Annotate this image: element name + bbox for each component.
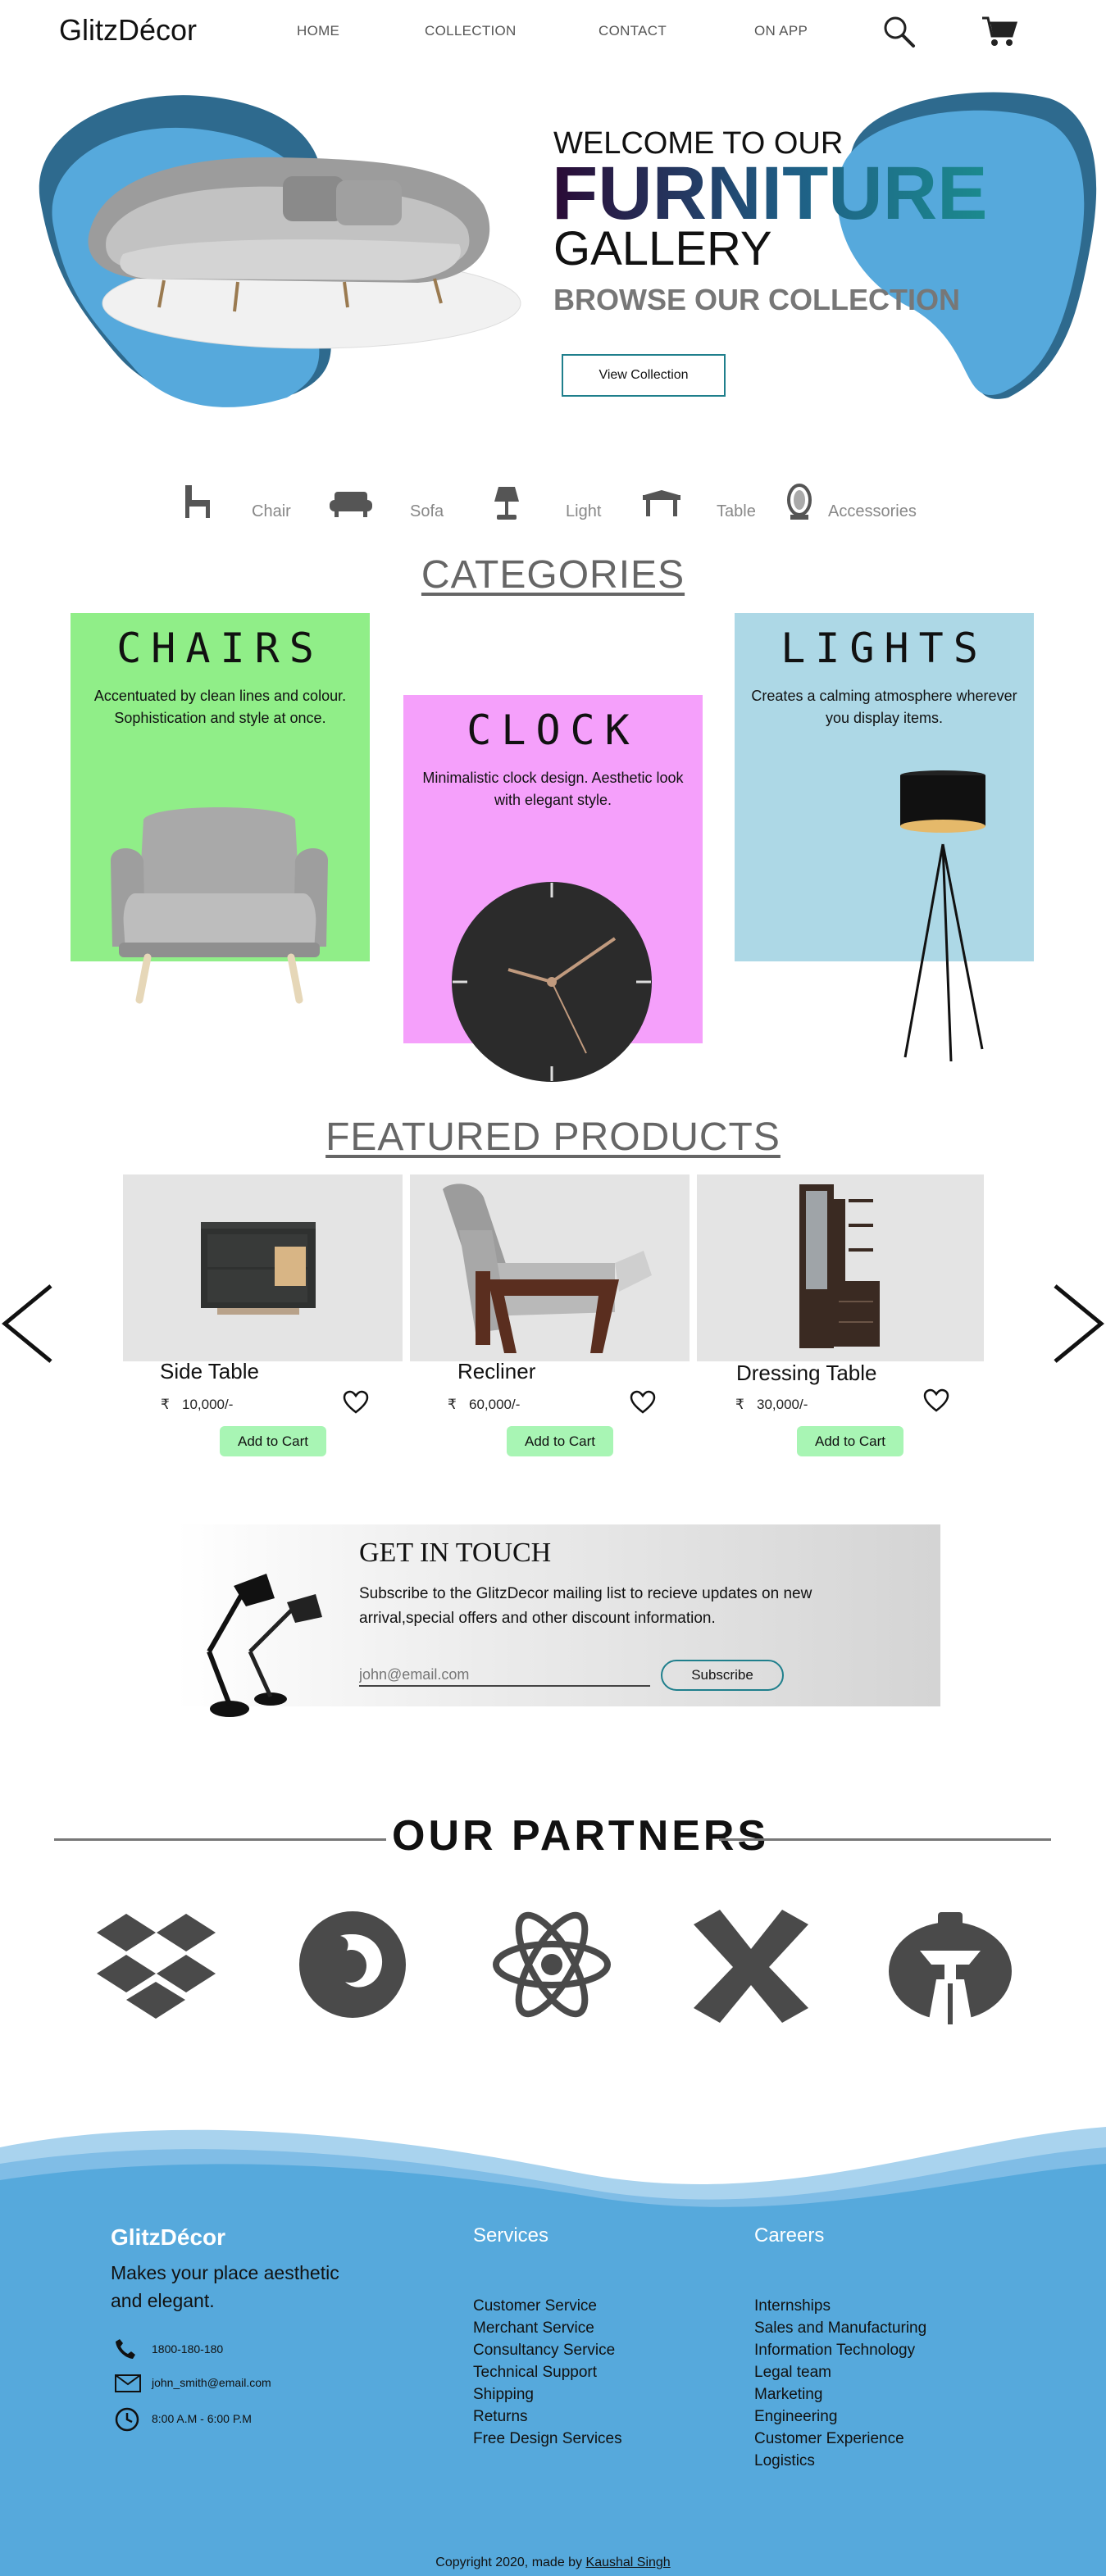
footer-tagline: Makes your place aesthetic and elegant. [111, 2262, 339, 2311]
sofa-icon[interactable] [330, 490, 372, 518]
categories-heading: CATEGORIES [421, 553, 685, 597]
category-light-label[interactable]: Light [566, 502, 601, 521]
hero-right-blob [837, 92, 1097, 399]
careers-title: Careers [754, 2224, 825, 2247]
copyright-text: Copyright 2020, made by [435, 2556, 583, 2569]
services-link[interactable]: Consultancy Service [473, 2339, 622, 2361]
wall-clock-image [452, 882, 652, 1082]
view-collection-button[interactable]: View Collection [562, 354, 726, 397]
partners-right-rule [719, 1838, 1051, 1841]
nav-collection[interactable]: COLLECTION [425, 23, 517, 39]
xing-icon[interactable] [694, 1910, 808, 2023]
chair-icon[interactable] [182, 484, 215, 520]
category-card-text: Accentuated by clean lines and colour. S… [93, 688, 347, 726]
subscribe-button[interactable]: Subscribe [661, 1660, 784, 1691]
category-card-text: Minimalistic clock design. Aesthetic loo… [422, 770, 684, 808]
product-name[interactable]: Recliner [457, 1359, 535, 1384]
careers-link[interactable]: Legal team [754, 2361, 926, 2383]
hero-browse: BROWSE OUR COLLECTION [553, 283, 960, 316]
desk-lamp-image [207, 1574, 322, 1717]
footer-brand[interactable]: GlitzDécor [111, 2224, 225, 2251]
react-icon[interactable] [492, 1910, 612, 2019]
careers-link[interactable]: Information Technology [754, 2339, 926, 2361]
services-link[interactable]: Customer Service [473, 2295, 622, 2317]
product-name[interactable]: Side Table [160, 1359, 259, 1384]
nav-on-app[interactable]: ON APP [754, 23, 808, 39]
partners-heading: OUR PARTNERS [392, 1812, 770, 1860]
hero-gallery: GALLERY [553, 222, 772, 275]
product-card-side-table[interactable] [123, 1174, 403, 1361]
services-link[interactable]: Free Design Services [473, 2428, 622, 2450]
dropbox-icon[interactable] [97, 1910, 216, 2020]
search-icon[interactable] [881, 14, 916, 48]
product-card-dressing-table[interactable] [697, 1174, 984, 1361]
lamp-icon[interactable] [492, 485, 521, 521]
mirror-icon[interactable] [785, 484, 813, 521]
category-sofa-label[interactable]: Sofa [410, 502, 444, 521]
newsletter-text: Subscribe to the GlitzDecor mailing list… [359, 1585, 812, 1627]
floor-lamp-image [900, 770, 985, 1061]
careers-link[interactable]: Marketing [754, 2383, 926, 2406]
wishlist-heart-icon[interactable] [630, 1390, 656, 1415]
category-card-text: Creates a calming atmosphere wherever yo… [751, 688, 1017, 726]
recliner-image [443, 1184, 652, 1353]
phone-icon [116, 2339, 135, 2359]
category-chair-label[interactable]: Chair [252, 502, 291, 521]
currency-icon: ₹ [161, 1397, 170, 1412]
sofa-image [88, 157, 521, 349]
firefox-icon[interactable] [298, 1910, 407, 2019]
careers-list: Internships Sales and Manufacturing Info… [754, 2295, 926, 2472]
currency-icon: ₹ [735, 1397, 744, 1412]
newsletter-title: GET IN TOUCH [359, 1538, 552, 1568]
copyright-line: Copyright 2020, made by Kaushal Singh [0, 2556, 1106, 2570]
nav-contact[interactable]: CONTACT [599, 23, 667, 39]
product-name[interactable]: Dressing Table [736, 1361, 877, 1386]
careers-link[interactable]: Engineering [754, 2406, 926, 2428]
add-to-cart-button[interactable]: Add to Cart [220, 1426, 326, 1456]
product-price: 10,000/- [182, 1397, 234, 1412]
careers-link[interactable]: Internships [754, 2295, 926, 2317]
add-to-cart-button[interactable]: Add to Cart [507, 1426, 613, 1456]
site-logo[interactable]: GlitzDécor [59, 13, 197, 48]
jenkins-icon[interactable] [887, 1906, 1013, 2029]
wishlist-heart-icon[interactable] [923, 1388, 949, 1413]
clock-icon [115, 2407, 139, 2432]
category-card-title: LIGHTS [781, 625, 988, 672]
partners-left-rule [54, 1838, 386, 1841]
footer-phone: 1800-180-180 [152, 2342, 224, 2356]
category-table-label[interactable]: Table [717, 502, 756, 521]
currency-icon: ₹ [448, 1397, 457, 1412]
services-list: Customer Service Merchant Service Consul… [473, 2295, 622, 2450]
author-link[interactable]: Kaushal Singh [586, 2556, 671, 2569]
careers-link[interactable]: Logistics [754, 2450, 926, 2472]
category-card-title: CLOCK [467, 706, 639, 754]
mail-icon [115, 2374, 141, 2392]
email-field[interactable] [359, 1664, 650, 1687]
wishlist-heart-icon[interactable] [343, 1390, 369, 1415]
careers-link[interactable]: Customer Experience [754, 2428, 926, 2450]
add-to-cart-button[interactable]: Add to Cart [797, 1426, 903, 1456]
carousel-prev-arrow-icon[interactable] [0, 1283, 57, 1365]
featured-heading: FEATURED PRODUCTS [325, 1115, 781, 1159]
services-link[interactable]: Merchant Service [473, 2317, 622, 2339]
cart-icon[interactable] [981, 15, 1018, 48]
category-card-title: CHAIRS [116, 625, 324, 672]
services-link[interactable]: Returns [473, 2406, 622, 2428]
nav-home[interactable]: HOME [297, 23, 339, 39]
product-price: 60,000/- [469, 1397, 521, 1412]
dressing-table-image [799, 1184, 880, 1348]
services-title: Services [473, 2224, 549, 2247]
table-icon[interactable] [641, 490, 682, 518]
product-price: 30,000/- [757, 1397, 808, 1412]
footer-hours: 8:00 A.M - 6:00 P.M [152, 2412, 252, 2425]
services-link[interactable]: Technical Support [473, 2361, 622, 2383]
category-accessories-label[interactable]: Accessories [828, 502, 917, 521]
product-card-recliner[interactable] [410, 1174, 690, 1361]
carousel-next-arrow-icon[interactable] [1049, 1283, 1106, 1365]
footer-email[interactable]: john_smith@email.com [152, 2376, 271, 2389]
side-table-image [201, 1222, 316, 1315]
services-link[interactable]: Shipping [473, 2383, 622, 2406]
armchair-image [111, 807, 328, 1004]
careers-link[interactable]: Sales and Manufacturing [754, 2317, 926, 2339]
